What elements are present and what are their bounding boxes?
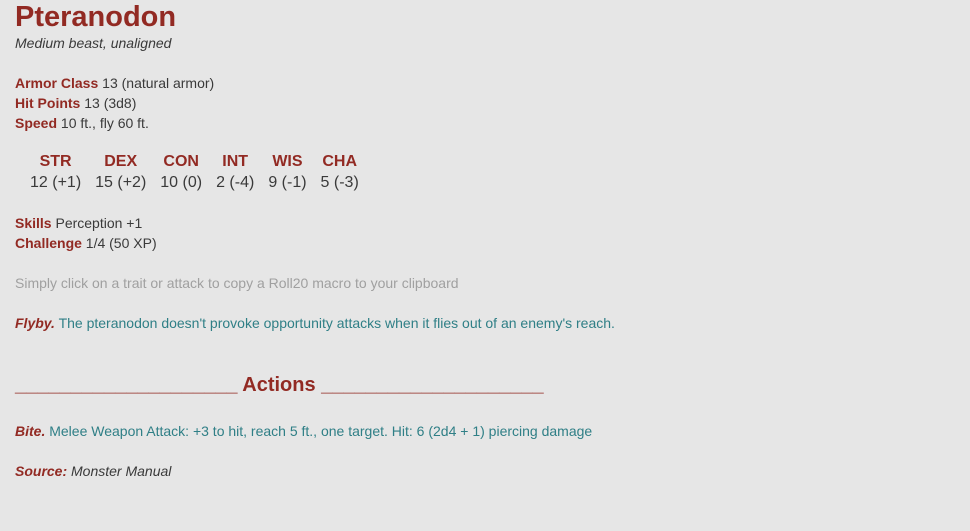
skills-row: Skills Perception +1 bbox=[15, 215, 142, 231]
skills-value: Perception +1 bbox=[55, 215, 143, 231]
monster-name: Pteranodon bbox=[15, 1, 177, 33]
hit-points-label: Hit Points bbox=[15, 95, 81, 111]
ability-int: INT 2 (-4) bbox=[209, 152, 261, 193]
hit-points-row: Hit Points 13 (3d8) bbox=[15, 95, 136, 111]
challenge-label: Challenge bbox=[15, 235, 82, 251]
ability-con: CON 10 (0) bbox=[153, 152, 209, 193]
skills-label: Skills bbox=[15, 215, 52, 231]
ability-name: INT bbox=[222, 153, 249, 170]
ability-name: DEX bbox=[104, 153, 138, 170]
source-value: Monster Manual bbox=[71, 463, 172, 479]
ability-value: 5 (-3) bbox=[320, 174, 359, 191]
ability-dex: DEX 15 (+2) bbox=[88, 152, 153, 193]
ability-value: 10 (0) bbox=[160, 174, 203, 191]
ability-value: 2 (-4) bbox=[216, 174, 255, 191]
actions-heading: ____________________ Actions ___________… bbox=[15, 374, 544, 396]
action-text: Melee Weapon Attack: +3 to hit, reach 5 … bbox=[49, 423, 593, 439]
trait-name: Flyby. bbox=[15, 315, 55, 331]
action-name: Bite. bbox=[15, 423, 46, 439]
ability-name: CON bbox=[163, 153, 199, 170]
copy-macro-hint: Simply click on a trait or attack to cop… bbox=[15, 275, 459, 291]
armor-class-value: 13 (natural armor) bbox=[102, 75, 215, 91]
hit-points-value: 13 (3d8) bbox=[84, 95, 137, 111]
ability-name: WIS bbox=[272, 153, 303, 170]
trait-text: The pteranodon doesn't provoke opportuni… bbox=[58, 315, 615, 331]
armor-class-row: Armor Class 13 (natural armor) bbox=[15, 75, 214, 91]
monster-type-line: Medium beast, unaligned bbox=[15, 35, 172, 51]
source-label: Source: bbox=[15, 463, 68, 479]
action-bite[interactable]: Bite. Melee Weapon Attack: +3 to hit, re… bbox=[15, 423, 592, 439]
speed-row: Speed 10 ft., fly 60 ft. bbox=[15, 115, 149, 131]
challenge-row: Challenge 1/4 (50 XP) bbox=[15, 235, 157, 251]
source-line: Source: Monster Manual bbox=[15, 463, 171, 479]
ability-value: 15 (+2) bbox=[95, 174, 147, 191]
ability-name: CHA bbox=[322, 153, 357, 170]
ability-wis: WIS 9 (-1) bbox=[261, 152, 313, 193]
ability-value: 12 (+1) bbox=[30, 174, 82, 191]
ability-name: STR bbox=[39, 153, 72, 170]
ability-scores: STR 12 (+1) DEX 15 (+2) CON 10 (0) INT 2… bbox=[15, 152, 366, 193]
ability-cha: CHA 5 (-3) bbox=[314, 152, 366, 193]
ability-value: 9 (-1) bbox=[268, 174, 307, 191]
statblock-page: Pteranodon Medium beast, unaligned Armor… bbox=[0, 0, 970, 531]
armor-class-label: Armor Class bbox=[15, 75, 99, 91]
speed-value: 10 ft., fly 60 ft. bbox=[60, 115, 149, 131]
ability-str: STR 12 (+1) bbox=[15, 152, 88, 193]
challenge-value: 1/4 (50 XP) bbox=[85, 235, 157, 251]
trait-flyby[interactable]: Flyby. The pteranodon doesn't provoke op… bbox=[15, 315, 615, 331]
speed-label: Speed bbox=[15, 115, 58, 131]
